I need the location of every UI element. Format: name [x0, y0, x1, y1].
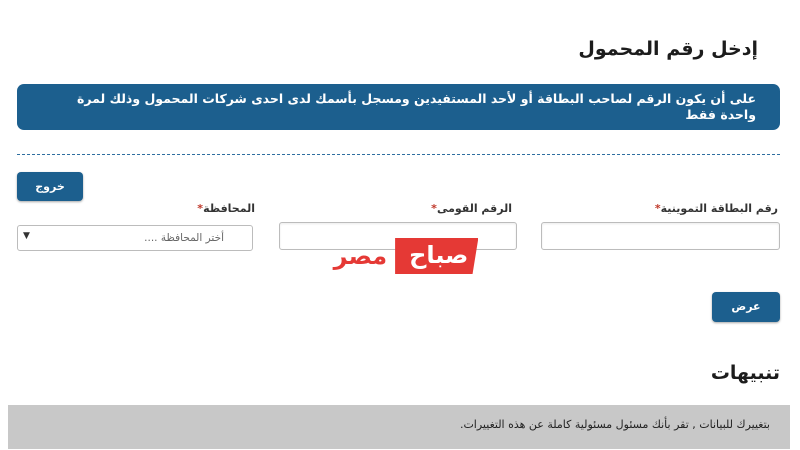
national-id-label: الرقم القومى* — [428, 202, 512, 215]
exit-button[interactable]: خروج — [17, 172, 83, 201]
watermark-logo: صباح مصر — [282, 234, 522, 278]
national-id-label-text: الرقم القومى — [436, 202, 512, 215]
notes-heading: تنبيهات — [710, 362, 780, 384]
page-title: إدخل رقم المحمول — [578, 38, 758, 60]
card-number-input[interactable] — [541, 222, 780, 250]
governorate-label-text: المحافظة — [203, 202, 255, 215]
card-number-label: رقم البطاقة التموينية* — [652, 202, 778, 215]
show-button[interactable]: عرض — [712, 292, 780, 322]
notes-box: بتغييرك للبيانات , تقر بأنك مسئول مسئولي… — [8, 405, 790, 449]
section-divider — [17, 154, 780, 155]
watermark-box-text: صباح — [395, 238, 479, 274]
governorate-label: المحافظة* — [194, 202, 255, 215]
info-banner: على أن يكون الرقم لصاحب البطاقة أو لأحد … — [17, 84, 780, 130]
caret-down-icon: ▼ — [23, 231, 30, 241]
notes-text: بتغييرك للبيانات , تقر بأنك مسئول مسئولي… — [459, 418, 770, 431]
watermark-plain-text: مصر — [333, 242, 388, 270]
governorate-select[interactable]: أختر المحافظة .... ▼ — [17, 225, 253, 251]
card-number-label-text: رقم البطاقة التموينية — [660, 202, 778, 215]
governorate-placeholder: أختر المحافظة .... — [144, 232, 224, 244]
